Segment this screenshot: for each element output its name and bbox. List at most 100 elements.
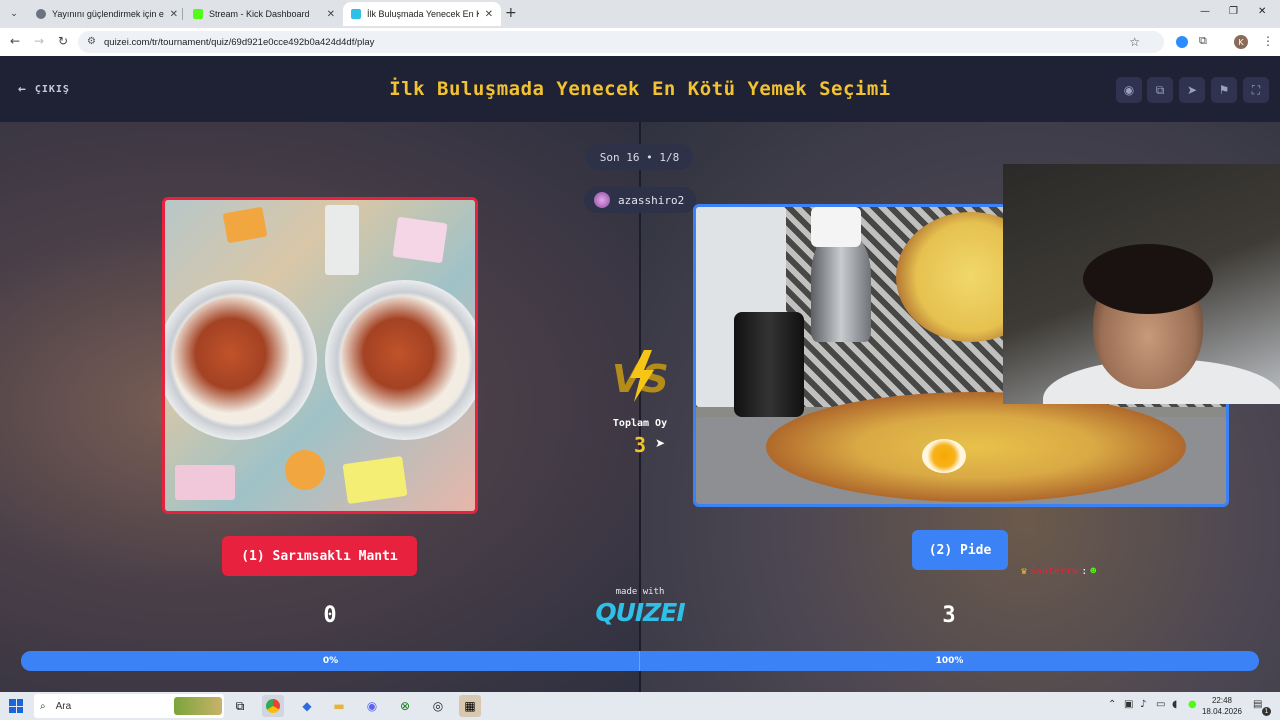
volume-icon[interactable]: ◖ bbox=[1172, 699, 1177, 710]
windows-taskbar: ⌕ Ara ⧉ ◆ ▬ ◉ ⊗ ◎ ▦ ⌃ ▣ ♪ ▭ ◖ ● 22:48 18… bbox=[0, 692, 1280, 720]
vote-progress-bar: 0% 100% bbox=[21, 651, 1259, 671]
sticky-note bbox=[392, 216, 448, 264]
emote-icon: ☻ bbox=[1090, 566, 1097, 577]
bookmark-star-icon[interactable]: ☆ bbox=[1129, 35, 1140, 49]
tray-chevron-icon[interactable]: ⌃ bbox=[1108, 699, 1116, 710]
send-icon[interactable]: ➤ bbox=[1179, 77, 1205, 103]
sticky-note bbox=[175, 465, 235, 500]
vote-left-button[interactable]: (1) Sarımsaklı Mantı bbox=[222, 536, 417, 576]
close-window-icon[interactable]: ✕ bbox=[1258, 6, 1266, 17]
tab-quizei[interactable]: İlk Buluşmada Yenecek En Kötü ✕ bbox=[343, 2, 501, 26]
close-tab-icon[interactable]: ✕ bbox=[170, 9, 178, 20]
app-icon[interactable]: ◆ bbox=[296, 695, 318, 717]
right-percent-segment: 100% bbox=[640, 651, 1259, 671]
browser-tab-strip: ⌄ Yayınını güçlendirmek için en iyi ✕ St… bbox=[0, 0, 1280, 28]
eye-icon[interactable]: ◉ bbox=[1116, 77, 1142, 103]
quizei-logo[interactable]: QUIZEI bbox=[590, 598, 690, 627]
kick-favicon-icon bbox=[193, 9, 203, 19]
close-tab-icon[interactable]: ✕ bbox=[485, 9, 493, 20]
windows-start-icon[interactable] bbox=[9, 699, 23, 713]
new-tab-button[interactable]: + bbox=[505, 5, 517, 21]
crown-icon: ♛ bbox=[1021, 566, 1028, 577]
tray-app-icon[interactable]: ▭ bbox=[1156, 699, 1165, 710]
egg-yolk bbox=[922, 439, 966, 473]
tab-title: İlk Buluşmada Yenecek En Kötü bbox=[367, 9, 479, 19]
search-placeholder: Ara bbox=[55, 700, 72, 712]
sticky-note bbox=[342, 456, 408, 504]
option-left-image[interactable] bbox=[162, 197, 478, 514]
quiz-header: ← ÇIKIŞ İlk Buluşmada Yenecek En Kötü Ye… bbox=[0, 56, 1280, 122]
tab-separator bbox=[182, 8, 183, 20]
task-view-icon[interactable]: ⧉ bbox=[229, 695, 251, 717]
search-highlight-image bbox=[174, 697, 222, 715]
manti-right bbox=[341, 296, 469, 424]
streamer-name: azasshiro2 bbox=[618, 193, 685, 207]
right-vote-count: 3 bbox=[942, 603, 956, 628]
minimize-icon[interactable]: — bbox=[1200, 6, 1210, 17]
fullscreen-icon[interactable]: ⛶ bbox=[1243, 77, 1269, 103]
round-indicator: Son 16 • 1/8 bbox=[586, 144, 693, 170]
microphone-icon[interactable]: ♪ bbox=[1140, 699, 1146, 710]
chrome-icon[interactable] bbox=[262, 695, 284, 717]
extensions-puzzle-icon[interactable]: ⧉ bbox=[1199, 34, 1207, 48]
forward-icon[interactable]: → bbox=[34, 34, 44, 48]
right-percent-label: 100% bbox=[935, 656, 964, 666]
pide-bread bbox=[766, 392, 1186, 502]
glass bbox=[811, 207, 861, 247]
notification-icon[interactable]: ▤ bbox=[1253, 699, 1262, 710]
tab-title: Yayınını güçlendirmek için en iyi bbox=[52, 9, 164, 19]
left-vote-count: 0 bbox=[323, 603, 337, 628]
quiz-title: İlk Buluşmada Yenecek En Kötü Yemek Seçi… bbox=[389, 78, 891, 100]
extension-icon[interactable] bbox=[1176, 36, 1188, 48]
tab-search-button[interactable]: ⌄ bbox=[5, 5, 23, 23]
chat-username: Santerrw bbox=[1030, 566, 1079, 577]
profile-avatar[interactable]: K bbox=[1234, 35, 1248, 49]
restore-icon[interactable]: ❐ bbox=[1229, 6, 1238, 17]
left-percent-label: 0% bbox=[322, 656, 339, 666]
flag-icon[interactable]: ⚑ bbox=[1211, 77, 1237, 103]
sticky-note bbox=[285, 450, 325, 490]
xbox-icon[interactable]: ⊗ bbox=[394, 695, 416, 717]
chat-message: ♛ Santerrw : ☻ bbox=[1021, 566, 1096, 577]
versus-icon: VS bbox=[612, 350, 669, 402]
streamer-badge: azasshiro2 bbox=[584, 187, 696, 213]
tab-kick-dashboard[interactable]: Stream - Kick Dashboard ✕ bbox=[185, 2, 343, 26]
file-explorer-icon[interactable]: ▬ bbox=[328, 695, 350, 717]
total-votes-value: 3 bbox=[633, 433, 647, 457]
taskbar-clock[interactable]: 22:48 18.04.2026 bbox=[1202, 695, 1242, 717]
tray-app-icon[interactable]: ▣ bbox=[1124, 699, 1133, 710]
quiz-page: ← ÇIKIŞ İlk Buluşmada Yenecek En Kötü Ye… bbox=[0, 56, 1280, 692]
streamer-webcam bbox=[1003, 164, 1280, 404]
discord-icon[interactable]: ◉ bbox=[361, 695, 383, 717]
tray-status-icon[interactable]: ● bbox=[1188, 699, 1197, 710]
vote-right-button[interactable]: (2) Pide bbox=[912, 530, 1008, 570]
tab-youtube-tips[interactable]: Yayınını güçlendirmek için en iyi ✕ bbox=[28, 2, 186, 26]
left-percent-segment: 0% bbox=[21, 651, 640, 671]
taskbar-search[interactable]: ⌕ Ara bbox=[34, 694, 224, 718]
clock-date: 18.04.2026 bbox=[1201, 707, 1242, 716]
app-thumbnail-icon[interactable]: ▦ bbox=[459, 695, 481, 717]
close-tab-icon[interactable]: ✕ bbox=[327, 9, 335, 20]
cola-can bbox=[734, 312, 804, 417]
address-bar[interactable]: ⚙ quizei.com/tr/tournament/quiz/69d921e0… bbox=[78, 31, 1164, 53]
site-info-icon[interactable]: ⚙ bbox=[87, 36, 96, 47]
clock-time: 22:48 bbox=[1211, 696, 1232, 705]
copy-icon[interactable]: ⧉ bbox=[1147, 77, 1173, 103]
back-icon[interactable]: ← bbox=[10, 34, 20, 48]
notification-badge: 1 bbox=[1262, 707, 1271, 716]
tab-title: Stream - Kick Dashboard bbox=[209, 9, 310, 19]
chat-separator: : bbox=[1081, 566, 1088, 577]
quizei-favicon-icon bbox=[351, 9, 361, 19]
menu-kebab-icon[interactable]: ⋮ bbox=[1262, 34, 1274, 48]
obs-icon[interactable]: ◎ bbox=[427, 695, 449, 717]
browser-toolbar: ← → ↻ ⚙ quizei.com/tr/tournament/quiz/69… bbox=[0, 28, 1280, 56]
reload-icon[interactable]: ↻ bbox=[58, 34, 68, 48]
url-text: quizei.com/tr/tournament/quiz/69d921e0cc… bbox=[104, 36, 375, 48]
streamer-avatar bbox=[594, 192, 610, 208]
search-icon: ⌕ bbox=[40, 700, 46, 712]
site-favicon-icon bbox=[36, 9, 46, 19]
webcam-hair bbox=[1083, 244, 1213, 314]
made-with-label: made with bbox=[615, 587, 665, 597]
total-votes-label: Toplam Oy bbox=[612, 418, 668, 429]
business-card bbox=[325, 205, 359, 275]
